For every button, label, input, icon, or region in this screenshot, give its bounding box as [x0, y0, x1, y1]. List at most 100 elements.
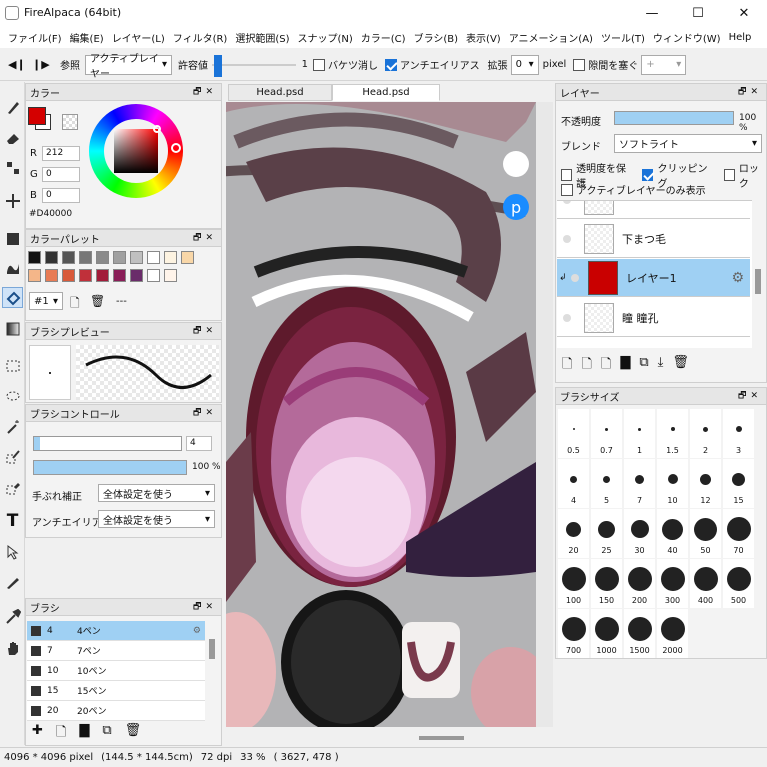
brush-size-cell[interactable]: 10 — [657, 459, 688, 508]
folder-icon[interactable]: ▇ — [79, 723, 89, 745]
brush-item[interactable]: 10 10ペン — [27, 661, 205, 681]
brush-size-cell[interactable]: 1 — [624, 409, 655, 458]
brush-size-cell[interactable]: 4 — [558, 459, 589, 508]
transparent-color-swatch[interactable] — [62, 114, 78, 130]
brush-size-cell[interactable]: 15 — [723, 459, 754, 508]
close-button[interactable]: ✕ — [721, 0, 767, 27]
palette-swatch[interactable] — [79, 251, 92, 264]
panel-float-close-icon[interactable]: 🗗✕ — [193, 230, 217, 246]
trash-icon[interactable]: 🗑 — [90, 294, 105, 308]
brush-size-cell[interactable]: 400 — [690, 559, 721, 608]
move-tool-icon[interactable] — [2, 190, 23, 211]
gear-icon[interactable]: ⚙ — [731, 270, 744, 286]
brush-size-slider[interactable] — [33, 436, 182, 451]
brush-size-cell[interactable]: 20 — [558, 509, 589, 558]
brush-tool-icon[interactable] — [2, 96, 23, 117]
hue-cursor[interactable] — [171, 143, 181, 153]
eraser-tool-icon[interactable] — [2, 127, 23, 148]
menu-select[interactable]: 選択範囲(S) — [231, 30, 293, 45]
new-1bit-layer-icon[interactable]: 🗋 — [601, 355, 611, 377]
new-brush-icon[interactable]: 🗋 — [56, 723, 66, 745]
dot-tool-icon[interactable] — [2, 157, 23, 178]
brush-size-cell[interactable]: 40 — [657, 509, 688, 558]
brush-size-cell[interactable]: 150 — [591, 559, 622, 608]
select-tool-icon[interactable] — [2, 355, 23, 376]
menu-window[interactable]: ウィンドウ(W) — [649, 30, 725, 45]
layer-opacity-slider[interactable] — [614, 111, 734, 125]
brush-size-cell[interactable]: 12 — [690, 459, 721, 508]
menu-filter[interactable]: フィルタ(R) — [169, 30, 232, 45]
minimize-button[interactable]: — — [629, 0, 675, 27]
maximize-button[interactable]: ☐ — [675, 0, 721, 27]
merge-down-icon[interactable]: ⤓ — [658, 355, 664, 377]
layer-row[interactable]: ↲ レイヤー1 ⚙ — [557, 259, 750, 297]
palette-swatch[interactable] — [147, 251, 160, 264]
g-input[interactable]: 0 — [42, 167, 80, 182]
palette-index-select[interactable]: #1 ▾ — [29, 292, 63, 310]
brush-opacity-slider[interactable] — [33, 460, 187, 475]
palette-swatch[interactable] — [113, 269, 126, 282]
menu-animation[interactable]: アニメーション(A) — [505, 30, 597, 45]
vertical-scrollbar[interactable] — [536, 102, 553, 727]
hue-ring[interactable] — [89, 104, 183, 198]
panel-float-close-icon[interactable]: 🗗✕ — [193, 84, 217, 100]
brush-item[interactable]: 20 20ペン — [27, 701, 205, 721]
brush-size-cell[interactable]: 500 — [723, 559, 754, 608]
eye-icon[interactable] — [563, 313, 571, 322]
layer-row[interactable] — [557, 201, 750, 219]
eye-icon[interactable] — [563, 201, 571, 204]
bucket-tool-icon[interactable] — [2, 287, 23, 308]
brush-size-cell[interactable]: 200 — [624, 559, 655, 608]
palette-swatch[interactable] — [45, 251, 58, 264]
brush-item[interactable]: 15 15ペン — [27, 681, 205, 701]
menu-view[interactable]: 表示(V) — [462, 30, 505, 45]
menu-brush[interactable]: ブラシ(B) — [410, 30, 462, 45]
brush-size-cell[interactable]: 3 — [723, 409, 754, 458]
gap-checkbox[interactable] — [573, 58, 586, 71]
scrollbar-thumb[interactable] — [755, 269, 761, 294]
brush-item[interactable]: 7 7ペン — [27, 641, 205, 661]
folder-icon[interactable]: ▇ — [620, 355, 630, 377]
new-8bit-layer-icon[interactable]: 🗋 — [581, 355, 591, 377]
brush-size-cell[interactable]: 25 — [591, 509, 622, 558]
scrollbar-thumb[interactable] — [209, 639, 215, 659]
palette-swatch[interactable] — [28, 251, 41, 264]
lock-checkbox[interactable] — [723, 169, 735, 181]
panel-float-close-icon[interactable]: 🗗✕ — [193, 323, 217, 339]
palette-swatch[interactable] — [130, 269, 143, 282]
palette-swatch[interactable] — [45, 269, 58, 282]
pen-tool-icon[interactable] — [2, 571, 23, 592]
brush-size-cell[interactable]: 0.7 — [591, 409, 622, 458]
menu-layer[interactable]: レイヤー(L) — [108, 30, 169, 45]
active-only-checkbox[interactable] — [561, 183, 573, 196]
panel-float-close-icon[interactable]: 🗗✕ — [738, 388, 762, 404]
menu-file[interactable]: ファイル(F) — [4, 30, 66, 45]
clipping-checkbox[interactable] — [642, 169, 654, 181]
eyedropper-tool-icon[interactable] — [2, 606, 23, 627]
duplicate-icon[interactable]: ⧉ — [102, 723, 111, 745]
gear-icon[interactable]: ⚙ — [193, 626, 201, 636]
brush-size-cell[interactable]: 1000 — [591, 609, 622, 658]
menu-help[interactable]: Help — [725, 32, 756, 43]
sv-square[interactable] — [114, 129, 158, 173]
palette-swatch[interactable] — [79, 269, 92, 282]
panel-float-close-icon[interactable]: 🗗✕ — [193, 405, 217, 421]
brush-item[interactable]: 4 4ペン ⚙ — [27, 621, 205, 641]
brush-size-cell[interactable]: 30 — [624, 509, 655, 558]
ref-select[interactable]: アクティブレイヤー ▾ — [85, 54, 172, 80]
r-input[interactable]: 212 — [42, 146, 80, 161]
select-pen-tool-icon[interactable] — [2, 446, 23, 467]
brush-size-cell[interactable]: 2000 — [657, 609, 688, 658]
menu-snap[interactable]: スナップ(N) — [293, 30, 356, 45]
gradient-tool-icon[interactable] — [2, 318, 23, 339]
brush-aa-select[interactable]: 全体設定を使う ▾ — [98, 510, 215, 528]
next-icon[interactable]: ❙▶ — [32, 58, 50, 71]
sv-cursor[interactable] — [153, 125, 161, 133]
brush-size-cell[interactable]: 7 — [624, 459, 655, 508]
brush-size-cell[interactable]: 5 — [591, 459, 622, 508]
brush-size-cell[interactable]: 1500 — [624, 609, 655, 658]
panel-float-close-icon[interactable]: 🗗✕ — [193, 599, 217, 615]
palette-swatch[interactable] — [181, 251, 194, 264]
brush-size-cell[interactable]: 2 — [690, 409, 721, 458]
brush-size-cell[interactable]: 70 — [723, 509, 754, 558]
